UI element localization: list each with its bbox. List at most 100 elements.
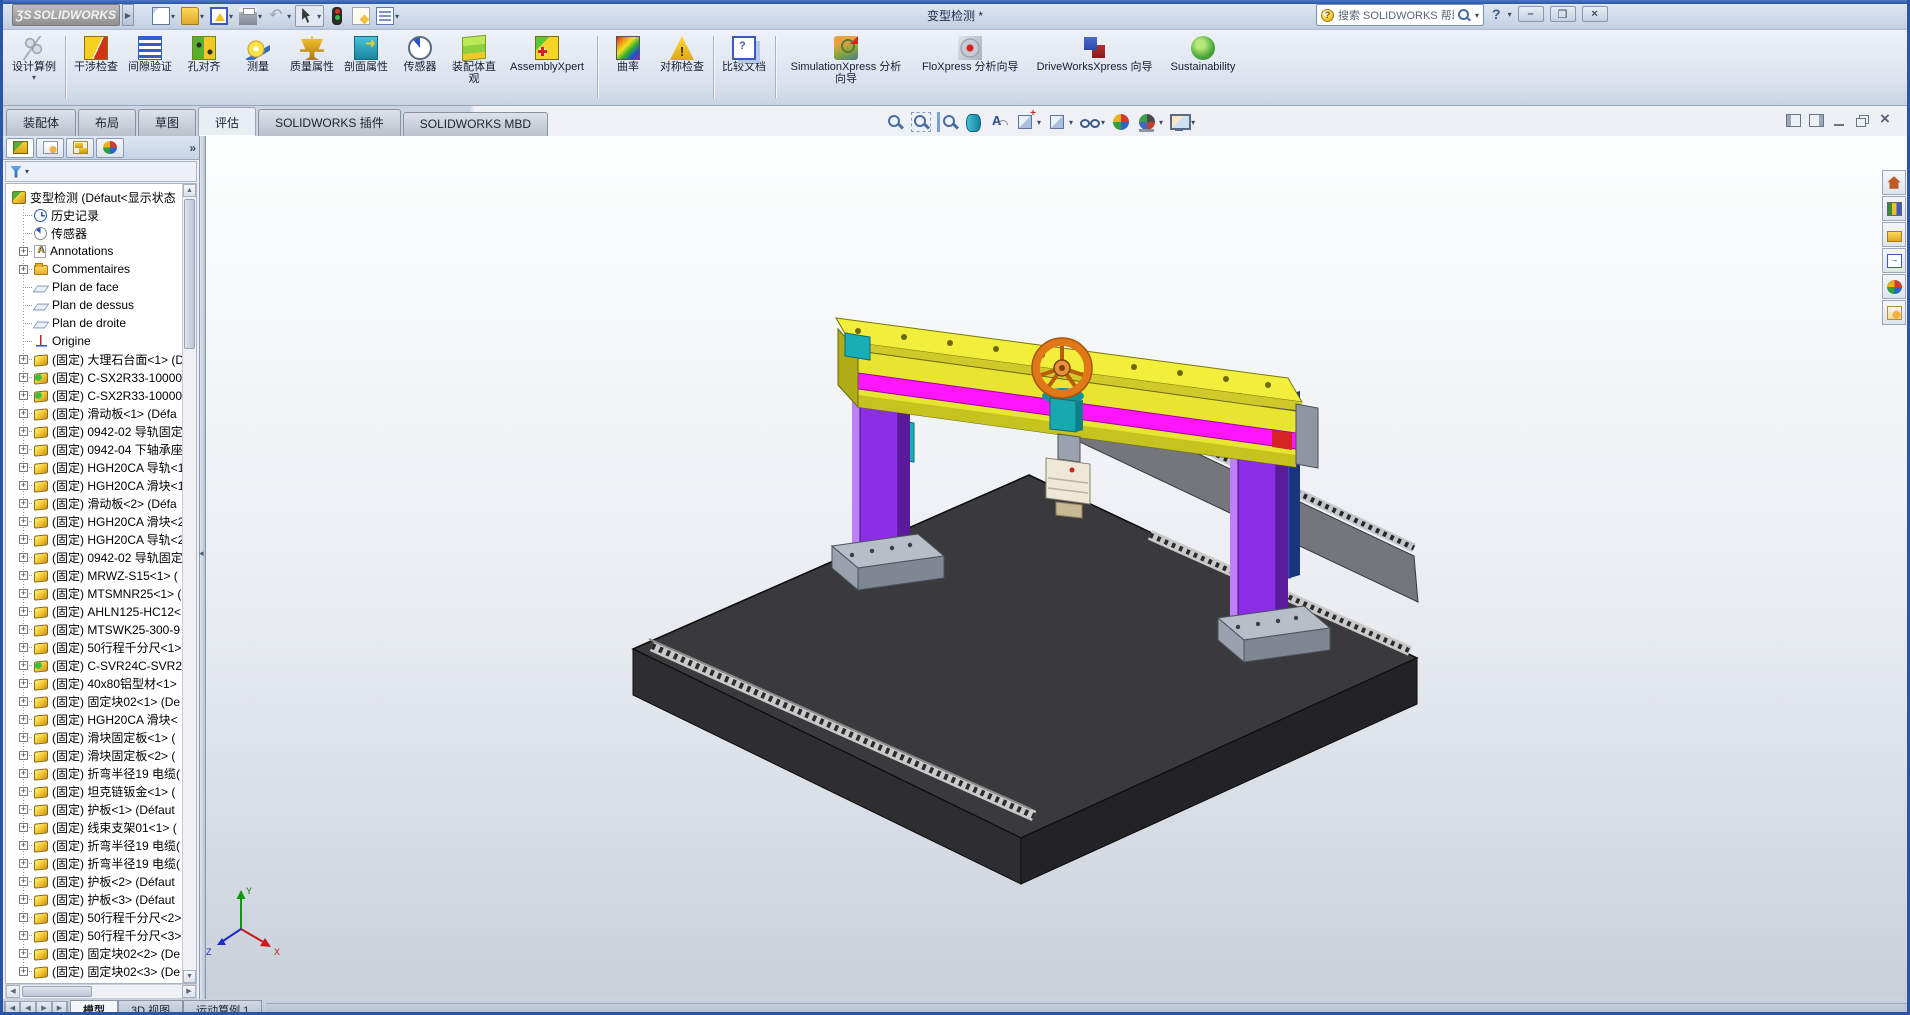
dropdown-caret-icon[interactable]: ▾ bbox=[1037, 118, 1041, 127]
expand-toggle[interactable] bbox=[19, 409, 28, 418]
ribbon-button[interactable]: Sustainability ▾ bbox=[1163, 34, 1244, 73]
tree-item[interactable]: (固定) HGH20CA 导轨<1 bbox=[6, 458, 196, 476]
expand-toggle[interactable] bbox=[19, 535, 28, 544]
minimize-button[interactable]: – bbox=[1518, 6, 1544, 22]
tree-item[interactable]: 历史记录 bbox=[6, 206, 196, 224]
expand-toggle[interactable] bbox=[19, 697, 28, 706]
ribbon-button[interactable]: AssemblyXpert ▾ bbox=[502, 34, 592, 73]
tree-item[interactable]: 传感器 bbox=[6, 224, 196, 242]
headsup-button[interactable]: ▾ bbox=[1137, 112, 1163, 132]
ribbon-button[interactable]: DriveWorksXpress 向导 ▾ bbox=[1029, 34, 1161, 73]
task-pane-button[interactable] bbox=[1882, 300, 1906, 325]
tree-item[interactable]: (固定) 固定块02<2> (De bbox=[6, 944, 196, 962]
bottom-tab[interactable]: 运动算例 1 bbox=[183, 1000, 262, 1015]
tree-horizontal-scrollbar[interactable]: ◀ ▶ bbox=[5, 984, 197, 999]
tree-item[interactable]: (固定) 滑动板<1> (Défa bbox=[6, 404, 196, 422]
ribbon-button[interactable]: 间隙验证 ▾ bbox=[124, 34, 176, 73]
splitter-collapse-arrow[interactable]: ◂ bbox=[199, 548, 204, 559]
expand-toggle[interactable] bbox=[19, 787, 28, 796]
task-pane-button[interactable] bbox=[1882, 274, 1906, 299]
ribbon-button[interactable]: 传感器 ▾ bbox=[394, 34, 446, 73]
tree-item[interactable]: (固定) 50行程千分尺<3> bbox=[6, 926, 196, 944]
tree-item[interactable]: (固定) 0942-02 导轨固定 bbox=[6, 422, 196, 440]
headsup-button[interactable]: ▾ bbox=[885, 112, 905, 132]
tree-root-item[interactable]: 变型检测 (Défaut<显示状态 bbox=[6, 188, 196, 206]
tree-item[interactable]: (固定) 折弯半径19 电缆( bbox=[6, 764, 196, 782]
scroll-right-arrow[interactable]: ▶ bbox=[182, 985, 196, 998]
expand-toggle[interactable] bbox=[19, 895, 28, 904]
tree-item[interactable]: Plan de droite bbox=[6, 314, 196, 332]
tree-item[interactable]: Annotations bbox=[6, 242, 196, 260]
tree-item[interactable]: (固定) 滑块固定板<2> ( bbox=[6, 746, 196, 764]
expand-toggle[interactable] bbox=[19, 589, 28, 598]
expand-toggle[interactable] bbox=[19, 391, 28, 400]
prev-tab-button[interactable]: ◀ bbox=[20, 1001, 36, 1015]
tree-item[interactable]: (固定) 折弯半径19 电缆( bbox=[6, 836, 196, 854]
headsup-button[interactable]: ▾ bbox=[1079, 112, 1105, 132]
panel-tab[interactable] bbox=[96, 138, 124, 158]
bottom-tab[interactable]: 3D 视图 bbox=[118, 1000, 183, 1015]
expand-toggle[interactable] bbox=[19, 499, 28, 508]
headsup-button[interactable]: ▾ bbox=[1169, 112, 1195, 132]
headsup-button[interactable]: ▾ bbox=[1015, 112, 1041, 132]
headsup-button[interactable]: ▾ bbox=[937, 112, 957, 132]
doc-window-button[interactable] bbox=[1832, 114, 1847, 127]
dropdown-caret-icon[interactable]: ▾ bbox=[1101, 118, 1105, 127]
scroll-down-arrow[interactable]: ▼ bbox=[183, 970, 196, 983]
tree-item[interactable]: (固定) 50行程千分尺<2> bbox=[6, 908, 196, 926]
ribbon-button[interactable]: 孔对齐 ▾ bbox=[178, 34, 230, 73]
doc-window-button[interactable] bbox=[1809, 114, 1824, 127]
tree-item[interactable]: (固定) C-SX2R33-10000 bbox=[6, 368, 196, 386]
command-tab[interactable]: 布局 bbox=[78, 109, 136, 136]
filter-caret-icon[interactable]: ▾ bbox=[25, 167, 29, 176]
scroll-up-arrow[interactable]: ▲ bbox=[183, 184, 196, 197]
tree-item[interactable]: (固定) MTSWK25-300-9 bbox=[6, 620, 196, 638]
expand-toggle[interactable] bbox=[19, 733, 28, 742]
ribbon-button[interactable]: 剖面属性 ▾ bbox=[340, 34, 392, 73]
headsup-button[interactable]: ▾ bbox=[911, 112, 931, 132]
expand-toggle[interactable] bbox=[19, 481, 28, 490]
search-input[interactable]: 搜索 SOLIDWORKS 帮助 bbox=[1338, 7, 1454, 23]
expand-toggle[interactable] bbox=[19, 949, 28, 958]
command-tab[interactable]: SOLIDWORKS 插件 bbox=[258, 109, 401, 136]
panel-splitter[interactable]: ◂ bbox=[200, 136, 206, 999]
ribbon-button[interactable]: 对称检查 ▾ bbox=[656, 34, 708, 73]
expand-toggle[interactable] bbox=[19, 517, 28, 526]
task-pane-button[interactable] bbox=[1882, 170, 1906, 195]
expand-toggle[interactable] bbox=[19, 553, 28, 562]
tree-item[interactable]: (固定) 固定块02<3> (De bbox=[6, 962, 196, 980]
tree-item[interactable]: (固定) HGH20CA 滑块<1 bbox=[6, 476, 196, 494]
expand-toggle[interactable] bbox=[19, 643, 28, 652]
tree-item[interactable]: (固定) 折弯半径19 电缆( bbox=[6, 854, 196, 872]
first-tab-button[interactable]: ◀ bbox=[4, 1001, 20, 1015]
expand-toggle[interactable] bbox=[19, 967, 28, 976]
tree-item[interactable]: Plan de face bbox=[6, 278, 196, 296]
tree-item[interactable]: (固定) MTSMNR25<1> ( bbox=[6, 584, 196, 602]
tree-item[interactable]: Plan de dessus bbox=[6, 296, 196, 314]
tree-item[interactable]: Commentaires bbox=[6, 260, 196, 278]
graphics-viewport[interactable] bbox=[206, 136, 1907, 999]
tree-item[interactable]: (固定) 护板<3> (Défaut bbox=[6, 890, 196, 908]
close-button[interactable]: × bbox=[1582, 6, 1608, 22]
headsup-button[interactable]: ▾ bbox=[963, 112, 983, 132]
expand-toggle[interactable] bbox=[19, 751, 28, 760]
ribbon-button[interactable]: 测量 ▾ bbox=[232, 34, 284, 73]
tree-item[interactable]: (固定) HGH20CA 导轨<2 bbox=[6, 530, 196, 548]
expand-toggle[interactable] bbox=[19, 445, 28, 454]
panel-tab[interactable] bbox=[36, 138, 64, 158]
ribbon-button[interactable]: 设计算例 ▾ bbox=[8, 34, 60, 82]
tree-item[interactable]: (固定) 滑动板<2> (Défa bbox=[6, 494, 196, 512]
search-icon[interactable] bbox=[1458, 9, 1470, 21]
expand-toggle[interactable] bbox=[19, 661, 28, 670]
doc-window-button[interactable] bbox=[1878, 114, 1893, 127]
scrollbar-thumb[interactable] bbox=[184, 199, 195, 349]
expand-toggle[interactable] bbox=[19, 859, 28, 868]
expand-toggle[interactable] bbox=[19, 841, 28, 850]
last-tab-button[interactable]: ▶ bbox=[52, 1001, 68, 1015]
dropdown-caret-icon[interactable]: ▾ bbox=[1191, 118, 1195, 127]
expand-toggle[interactable] bbox=[19, 607, 28, 616]
tree-item[interactable]: (固定) AHLN125-HC12< bbox=[6, 602, 196, 620]
tree-item[interactable]: Origine bbox=[6, 332, 196, 350]
scroll-left-arrow[interactable]: ◀ bbox=[6, 985, 20, 998]
tree-item[interactable]: (固定) C-SVR24C-SVR2 bbox=[6, 656, 196, 674]
